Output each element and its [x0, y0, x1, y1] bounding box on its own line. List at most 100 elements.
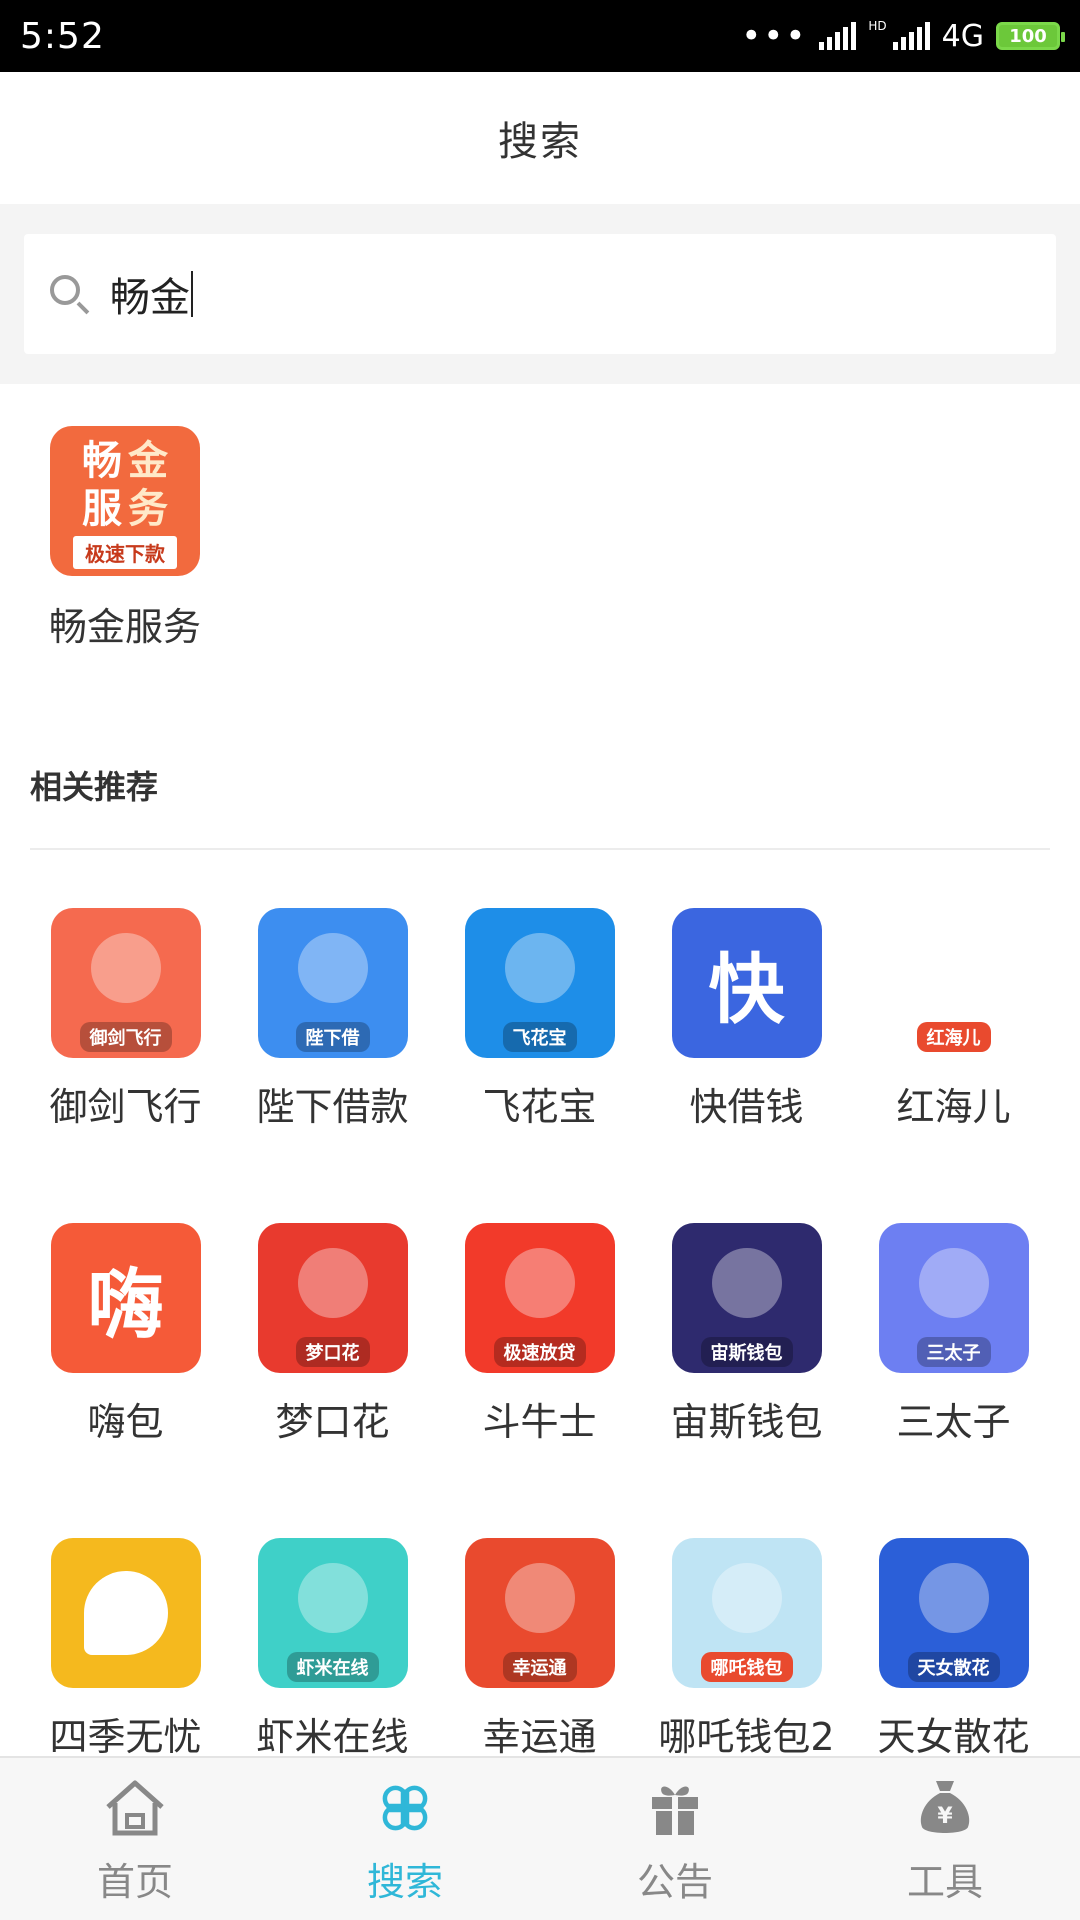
nezha-wallet-icon[interactable]: 哪吒钱包 — [671, 1538, 822, 1688]
recommend-app-name[interactable]: 红海儿 — [850, 1076, 1057, 1131]
header: 搜索 — [0, 72, 1080, 204]
icon-figure — [918, 933, 989, 1003]
recommend-app-item[interactable]: 御剑飞行 御剑飞行 — [22, 908, 229, 1131]
icon-glyph: 快 — [708, 945, 785, 1034]
hd-icon: HD — [868, 19, 887, 33]
recommend-app-name[interactable]: 哪吒钱包2 — [643, 1706, 850, 1761]
icon-figure — [504, 1248, 575, 1318]
recommend-app-item[interactable]: 四季无忧 — [22, 1538, 229, 1761]
page-title: 搜索 — [498, 119, 582, 165]
nav-announcement[interactable]: 公告 — [540, 1758, 810, 1920]
recommend-app-name[interactable]: 梦口花 — [229, 1391, 436, 1446]
status-bar: 5:52 ••• HD 4G 100 — [0, 0, 1080, 72]
god-of-wealth-icon[interactable]: 幸运通 — [464, 1538, 615, 1688]
recommend-app-item[interactable]: 三太子 三太子 — [850, 1223, 1057, 1446]
recommend-app-name[interactable]: 幸运通 — [436, 1706, 643, 1761]
chat-bubble-icon[interactable] — [50, 1538, 201, 1688]
icon-badge: 陛下借 — [295, 1022, 370, 1052]
recommend-app-name[interactable]: 嗨包 — [22, 1391, 229, 1446]
zeus-icon[interactable]: 宙斯钱包 — [671, 1223, 822, 1373]
recommend-app-name[interactable]: 天女散花 — [850, 1706, 1057, 1761]
search-area: 畅金 — [0, 204, 1080, 384]
recommend-app-name[interactable]: 陛下借款 — [229, 1076, 436, 1131]
icon-figure — [504, 1563, 575, 1633]
recommend-app-item[interactable]: 飞花宝 飞花宝 — [436, 908, 643, 1131]
icon-figure — [90, 933, 161, 1003]
sword-warrior-icon[interactable]: 御剑飞行 — [50, 908, 201, 1058]
recommend-app-item[interactable]: 宙斯钱包 宙斯钱包 — [643, 1223, 850, 1446]
recommend-app-item[interactable]: 红海儿 红海儿 — [850, 908, 1057, 1131]
icon-figure — [918, 1248, 989, 1318]
prince-icon[interactable]: 三太子 — [878, 1223, 1029, 1373]
recommend-grid: 御剑飞行 御剑飞行 陛下借 陛下借款 飞花宝 飞花宝快快借钱 红海儿 红海儿嗨嗨包 梦口花 梦口花… — [0, 908, 1080, 1761]
more-dots-icon: ••• — [741, 16, 808, 56]
icon-figure — [297, 1248, 368, 1318]
icon-figure — [83, 1571, 168, 1655]
recommend-app-item[interactable]: 幸运通 幸运通 — [436, 1538, 643, 1761]
signal-icon — [819, 22, 857, 50]
recommend-app-item[interactable]: 虾米在线 虾米在线 — [229, 1538, 436, 1761]
nav-home-label: 首页 — [96, 1859, 173, 1904]
recommend-app-name[interactable]: 御剑飞行 — [22, 1076, 229, 1131]
nav-search-label: 搜索 — [366, 1859, 443, 1904]
result-app-name[interactable]: 畅金服务 — [30, 596, 220, 651]
icon-figure — [711, 1563, 782, 1633]
nezha-icon[interactable]: 红海儿 — [878, 908, 1029, 1058]
svg-text:¥: ¥ — [937, 1804, 953, 1829]
recommend-app-item[interactable]: 哪吒钱包哪吒钱包2 — [643, 1538, 850, 1761]
text-caret — [191, 271, 193, 317]
fairy-icon[interactable]: 天女散花 — [878, 1538, 1029, 1688]
battery-icon: 100 — [996, 22, 1065, 50]
icon-figure — [297, 1563, 368, 1633]
king-icon[interactable]: 陛下借 — [257, 908, 408, 1058]
icon-badge: 三太子 — [916, 1337, 991, 1367]
icon-glyph: 嗨 — [87, 1260, 164, 1349]
search-icon — [46, 271, 92, 317]
icon-badge: 宙斯钱包 — [700, 1337, 793, 1367]
icon-badge: 虾米在线 — [286, 1652, 379, 1682]
recommend-app-name[interactable]: 快借钱 — [643, 1076, 850, 1131]
recommend-app-name[interactable]: 宙斯钱包 — [643, 1391, 850, 1446]
changjin-app-icon[interactable]: 畅 金 服 务 极速下款 — [50, 426, 200, 576]
recommend-app-item[interactable]: 嗨嗨包 — [22, 1223, 229, 1446]
recommend-app-item[interactable]: 梦口花 梦口花 — [229, 1223, 436, 1446]
signal-4g-icon — [892, 22, 930, 50]
recommend-app-name[interactable]: 三太子 — [850, 1391, 1057, 1446]
home-icon — [106, 1780, 164, 1835]
gift-icon — [652, 1786, 698, 1835]
recommend-app-name[interactable]: 斗牛士 — [436, 1391, 643, 1446]
red-bag-icon[interactable]: 梦口花 — [257, 1223, 408, 1373]
hi-bag-icon[interactable]: 嗨 — [50, 1223, 201, 1373]
icon-char: 服 — [82, 485, 122, 532]
recommend-title: 相关推荐 — [30, 768, 159, 806]
xiami-icon[interactable]: 虾米在线 — [257, 1538, 408, 1688]
network-type: 4G — [941, 18, 984, 54]
recommend-app-name[interactable]: 虾米在线 — [229, 1706, 436, 1761]
pinwheel-icon[interactable]: 飞花宝 — [464, 908, 615, 1058]
status-time: 5:52 — [20, 15, 105, 57]
nav-home[interactable]: 首页 — [0, 1758, 270, 1920]
recommend-app-item[interactable]: 天女散花 天女散花 — [850, 1538, 1057, 1761]
nav-tools[interactable]: ¥ 工具 — [810, 1758, 1080, 1920]
recommend-app-name[interactable]: 飞花宝 — [436, 1076, 643, 1131]
icon-badge: 幸运通 — [502, 1652, 577, 1682]
icon-badge: 极速放贷 — [493, 1337, 586, 1367]
search-input-wrap[interactable]: 畅金 — [110, 265, 193, 323]
icon-figure — [918, 1563, 989, 1633]
icon-figure — [711, 1248, 782, 1318]
icon-badge: 哪吒钱包 — [700, 1652, 793, 1682]
search-result-item[interactable]: 畅 金 服 务 极速下款 畅金服务 — [30, 426, 220, 651]
search-box[interactable]: 畅金 — [24, 234, 1056, 354]
recommend-app-item[interactable]: 快快借钱 — [643, 908, 850, 1131]
search-input[interactable]: 畅金 — [110, 265, 190, 323]
recommend-app-item[interactable]: 陛下借 陛下借款 — [229, 908, 436, 1131]
divider — [30, 848, 1050, 850]
changjin-icon-ribbon: 极速下款 — [73, 535, 177, 569]
recommend-app-item[interactable]: 极速放贷 斗牛士 — [436, 1223, 643, 1446]
recommend-app-name[interactable]: 四季无忧 — [22, 1706, 229, 1761]
wallet-icon[interactable]: 快 — [671, 908, 822, 1058]
nav-search[interactable]: 搜索 — [270, 1758, 540, 1920]
changjin-icon-chars: 畅 金 服 务 — [82, 438, 168, 532]
bull-icon[interactable]: 极速放贷 — [464, 1223, 615, 1373]
icon-badge: 御剑飞行 — [79, 1022, 172, 1052]
